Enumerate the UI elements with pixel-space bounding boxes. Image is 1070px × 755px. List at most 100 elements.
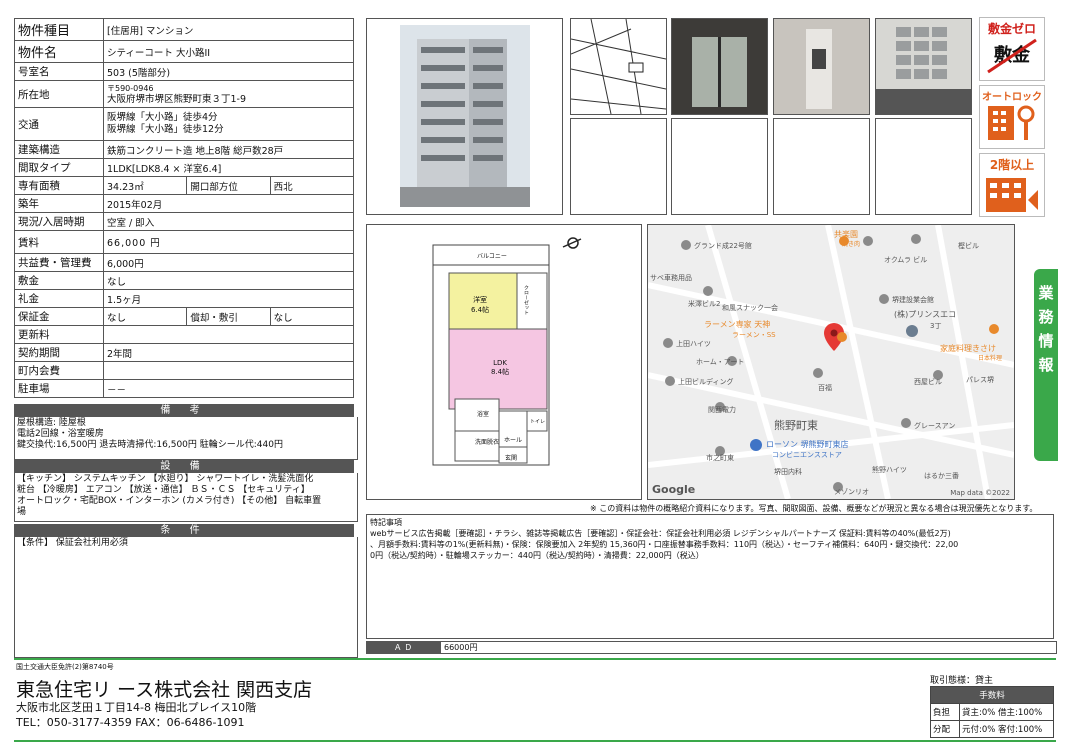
map-label: 米澤ビル2 bbox=[688, 300, 721, 308]
status-label: 現況/入居時期 bbox=[14, 212, 104, 231]
map-label: 百福 bbox=[818, 384, 832, 392]
photo-slot-empty bbox=[875, 118, 972, 215]
equipment-header: 設 備 bbox=[14, 460, 354, 473]
amort-value: なし bbox=[269, 307, 355, 326]
fp-bath: 浴室 bbox=[477, 411, 490, 418]
conditions-header: 条 件 bbox=[14, 524, 354, 537]
map-label: コンビニエンスストア bbox=[772, 451, 842, 459]
name-value: シティーコート 大小路II bbox=[103, 40, 354, 63]
conditions-box: 【条件】 保証会社利用必須 bbox=[14, 537, 358, 658]
disclaimer: ※ この資料は物件の概略紹介資料になります。写真、間取図面、設備、概要などが現況… bbox=[590, 504, 1038, 513]
fp-hall: ホール bbox=[504, 437, 523, 444]
tab-char: 情 bbox=[1038, 332, 1054, 350]
contract-label: 契約期間 bbox=[14, 343, 104, 362]
map-copyright: Map data ©2022 bbox=[950, 489, 1010, 497]
fp-ldk-size: 8.4帖 bbox=[491, 368, 510, 376]
equipment-box: 【キッチン】 システムキッチン 【水廻り】 シャワートイレ・洗髪洗面化 粧台 【… bbox=[14, 473, 358, 522]
room-value: 503 (5階部分) bbox=[103, 62, 354, 81]
fp-toilet: トイレ bbox=[530, 419, 546, 425]
access-label: 交通 bbox=[14, 107, 104, 141]
access-2: 阪堺線「大小路」徒歩12分 bbox=[107, 124, 224, 135]
fee-split-value: 元付:0% 客付:100% bbox=[959, 720, 1054, 738]
map-label: 焼き肉 bbox=[842, 241, 861, 248]
autolock-icon: オートロック bbox=[979, 85, 1045, 149]
location-map-thumb bbox=[570, 18, 667, 115]
mailbox-photo bbox=[875, 18, 972, 115]
map-label: メゾンリオ bbox=[834, 488, 869, 496]
remarks-line: 屋根構造: 陸屋根 bbox=[17, 418, 86, 428]
area-map[interactable]: グランド成22号館 共楽園 焼き肉 オクムラ ビル 樫ビル サベ車務用品 米澤ビ… bbox=[647, 224, 1015, 500]
remarks-line: 鍵交換代:16,500円 退去時清掃代:16,500円 駐輪シール代:440円 bbox=[17, 440, 283, 450]
type-value: [住居用] マンション bbox=[103, 18, 354, 41]
fp-closet: クローゼット bbox=[523, 285, 529, 315]
window-label: 開口部方位 bbox=[186, 176, 271, 195]
autolock-label: オートロック bbox=[982, 92, 1042, 103]
map-label: ラーメン・SS bbox=[732, 331, 776, 339]
map-label: 日本料理 bbox=[978, 355, 1003, 362]
map-label: 熊野ハイツ bbox=[872, 466, 907, 474]
rent-value: 66,000 円 bbox=[103, 230, 354, 254]
fp-western: 洋室 6.4帖 bbox=[471, 295, 489, 315]
photo-slot-empty bbox=[671, 118, 768, 215]
special-line: 、月額手数料:賃料等の1%(更新料無)・保険：保険要加入 2年契約 15,360… bbox=[370, 540, 959, 549]
second-floor-label: 2階以上 bbox=[989, 158, 1035, 172]
license-number: 国土交通大臣免許(2)第8740号 bbox=[16, 663, 114, 671]
building-photo bbox=[366, 18, 563, 215]
map-label: 熊野町東 bbox=[774, 419, 818, 432]
deposit-value: なし bbox=[103, 271, 354, 290]
transaction-type: 取引態様：貸主 bbox=[930, 676, 994, 686]
company-name: 東急住宅リ ース株式会社 関西支店 bbox=[16, 679, 313, 701]
photo-slot-empty bbox=[773, 118, 870, 215]
no-deposit-icon: 敷金ゼロ 敷金 bbox=[979, 17, 1045, 81]
footer-rule-bottom bbox=[14, 740, 1056, 742]
map-label: 市之町東 bbox=[706, 454, 734, 462]
map-label: 和風スナック一会 bbox=[722, 304, 778, 312]
fee-table: 手数料 負担 貸主:0% 借主:100% 分配 元付:0% 客付:100% bbox=[930, 686, 1054, 738]
entrance-photo bbox=[671, 18, 768, 115]
photo-slot-empty bbox=[570, 118, 667, 215]
built-label: 築年 bbox=[14, 194, 104, 213]
fp-entrance: 玄関 bbox=[505, 455, 518, 462]
footer-rule-top bbox=[14, 658, 1056, 660]
map-label: 関西電力 bbox=[708, 406, 736, 414]
map-label: 樫ビル bbox=[958, 242, 979, 250]
remarks-line: 電話2回線・浴室暖房 bbox=[17, 429, 104, 439]
business-info-tab[interactable]: 業 務 情 報 bbox=[1034, 269, 1058, 461]
area-value: 34.23㎡ bbox=[102, 176, 188, 195]
google-logo: Google bbox=[652, 483, 696, 496]
fp-western-size: 6.4帖 bbox=[471, 306, 490, 314]
structure-value: 鉄筋コンクリート造 地上8階 総戸数28戸 bbox=[103, 140, 354, 159]
map-label: グランド成22号館 bbox=[694, 242, 752, 250]
guarantee-value: なし bbox=[102, 307, 188, 326]
parking-value: －－ bbox=[103, 379, 354, 398]
contract-value: 2年間 bbox=[103, 343, 354, 362]
fee-header: 手数料 bbox=[930, 686, 1054, 704]
fp-wash: 洗面脱衣 bbox=[475, 439, 500, 446]
map-label: オクムラ ビル bbox=[884, 256, 928, 264]
ad-label: Ａ Ｄ bbox=[366, 641, 440, 654]
address-value: 大阪府堺市堺区熊野町東３丁1-9 bbox=[107, 94, 247, 105]
town-fee-label: 町内会費 bbox=[14, 361, 104, 380]
name-label: 物件名 bbox=[14, 40, 104, 63]
map-label: 上田ハイツ bbox=[676, 340, 711, 348]
renew-label: 更新料 bbox=[14, 325, 104, 344]
tab-char: 報 bbox=[1038, 356, 1054, 374]
map-label: 3丁 bbox=[930, 322, 942, 330]
map-label: ラーメン専家 天神 bbox=[704, 320, 771, 329]
map-label: (株)プリンスエコ bbox=[894, 310, 957, 319]
key-money-value: 1.5ヶ月 bbox=[103, 289, 354, 308]
key-money-label: 礼金 bbox=[14, 289, 104, 308]
area-label: 専有面積 bbox=[14, 176, 104, 195]
layout-value: 1LDK[LDK8.4 × 洋室6.4] bbox=[103, 158, 354, 177]
floor-plan: バルコニー 洋室 6.4帖 クローゼット LDK 8.4帖 浴室 洗面脱衣 トイレ … bbox=[366, 224, 642, 500]
access-1: 阪堺線「大小路」徒歩4分 bbox=[107, 112, 218, 123]
fee-burden-label: 負担 bbox=[930, 703, 960, 721]
type-label: 物件種目 bbox=[14, 18, 104, 41]
tab-char: 務 bbox=[1038, 308, 1054, 326]
map-label: パレス堺 bbox=[966, 376, 994, 384]
tab-char: 業 bbox=[1038, 284, 1054, 302]
rent-label: 賃料 bbox=[14, 230, 104, 254]
map-label: はるか三番 bbox=[924, 472, 959, 480]
fee-split-label: 分配 bbox=[930, 720, 960, 738]
equipment-line: オートロック・宅配BOX・インターホン (カメラ付き) 【その他】 自転車置 bbox=[17, 496, 322, 506]
